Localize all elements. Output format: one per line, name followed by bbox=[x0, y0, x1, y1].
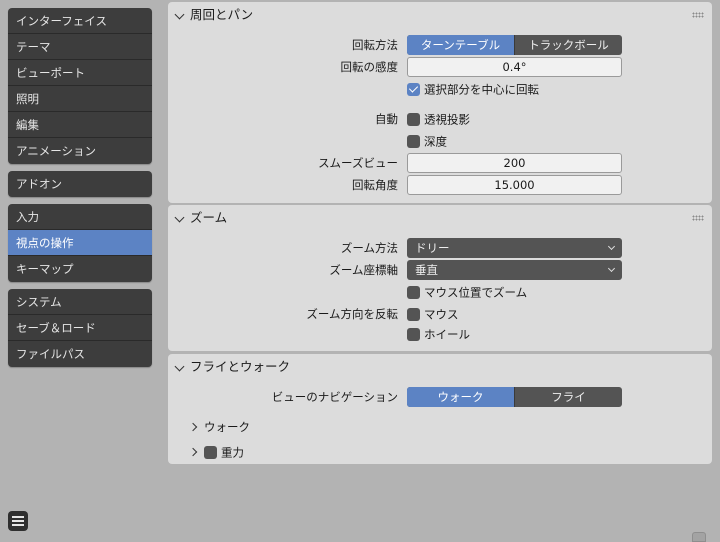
checkbox-checked-icon bbox=[407, 83, 420, 96]
sidebar-item-save-load[interactable]: セーブ＆ロード bbox=[8, 315, 152, 341]
view-navigation-label: ビューのナビゲーション bbox=[271, 390, 398, 404]
checkbox-label: マウス位置でズーム bbox=[424, 285, 528, 300]
sidebar-item-viewport[interactable]: ビューポート bbox=[8, 60, 152, 86]
menu-line bbox=[12, 520, 24, 522]
invert-zoom-mouse-checkbox[interactable]: マウス bbox=[407, 306, 459, 322]
checkbox-label: マウス bbox=[424, 307, 459, 322]
gravity-checkbox[interactable] bbox=[204, 446, 217, 459]
sidebar-item-system[interactable]: システム bbox=[8, 289, 152, 315]
sidebar-item-input[interactable]: 入力 bbox=[8, 204, 152, 230]
drag-grip-icon[interactable] bbox=[692, 215, 704, 221]
sidebar-item-keymap[interactable]: キーマップ bbox=[8, 256, 152, 282]
sidebar-item-lights[interactable]: 照明 bbox=[8, 86, 152, 112]
sidebar-item-animation[interactable]: アニメーション bbox=[8, 138, 152, 164]
checkbox-icon bbox=[407, 135, 420, 148]
panel-title: 周回とパン bbox=[190, 7, 254, 22]
checkbox-icon bbox=[407, 113, 420, 126]
rotation-angle-field[interactable]: 15.000 bbox=[407, 175, 622, 195]
sidebar-item-themes[interactable]: テーマ bbox=[8, 34, 152, 60]
panel-title: ズーム bbox=[190, 210, 228, 225]
view-navigation-toggle: ウォーク フライ bbox=[407, 387, 622, 407]
sidebar-group-input: 入力 視点の操作 キーマップ bbox=[8, 204, 152, 282]
hamburger-menu-icon[interactable] bbox=[8, 511, 28, 531]
walk-subpanel-header[interactable]: ウォーク bbox=[188, 418, 250, 436]
chevron-down-icon bbox=[607, 264, 616, 273]
sidebar-item-interface[interactable]: インターフェイス bbox=[8, 8, 152, 34]
rotation-angle-label: 回転角度 bbox=[352, 178, 398, 192]
orbit-sensitivity-label: 回転の感度 bbox=[340, 60, 399, 74]
subpanel-title: 重力 bbox=[221, 445, 244, 460]
invert-zoom-label: ズーム方向を反転 bbox=[306, 307, 398, 321]
auto-label: 自動 bbox=[375, 112, 398, 126]
orbit-pan-panel-header[interactable]: 周回とパン bbox=[168, 2, 712, 28]
orbit-pan-panel: 周回とパン 回転方法 ターンテーブル トラックボール 回転の感度 0.4° 選択… bbox=[168, 2, 712, 203]
smooth-view-label: スムーズビュー bbox=[318, 156, 398, 170]
sidebar-item-addons[interactable]: アドオン bbox=[8, 171, 152, 197]
sidebar-item-file-paths[interactable]: ファイルパス bbox=[8, 341, 152, 367]
chevron-right-icon bbox=[188, 447, 198, 456]
zoom-panel-header[interactable]: ズーム bbox=[168, 205, 712, 231]
checkbox-icon bbox=[407, 308, 420, 321]
rotation-method-trackball-option[interactable]: トラックボール bbox=[514, 35, 622, 55]
zoom-method-label: ズーム方法 bbox=[340, 241, 398, 255]
menu-line bbox=[12, 524, 24, 526]
sidebar-group-general: インターフェイス テーマ ビューポート 照明 編集 アニメーション bbox=[8, 8, 152, 164]
chevron-down-icon bbox=[607, 242, 616, 251]
rotation-method-toggle: ターンテーブル トラックボール bbox=[407, 35, 622, 55]
checkbox-icon bbox=[407, 286, 420, 299]
checkbox-label: 透視投影 bbox=[424, 112, 470, 127]
chevron-down-icon bbox=[174, 9, 185, 20]
auto-perspective-checkbox[interactable]: 透視投影 bbox=[407, 111, 470, 127]
view-navigation-walk-option[interactable]: ウォーク bbox=[407, 387, 514, 407]
auto-depth-checkbox[interactable]: 深度 bbox=[407, 133, 447, 149]
sidebar-group-addons: アドオン bbox=[8, 171, 152, 197]
zoom-method-dropdown[interactable]: ドリー bbox=[407, 238, 622, 258]
zoom-to-mouse-checkbox[interactable]: マウス位置でズーム bbox=[407, 284, 527, 300]
zoom-axis-dropdown[interactable]: 垂直 bbox=[407, 260, 622, 280]
dropdown-value: 垂直 bbox=[415, 263, 438, 277]
invert-zoom-wheel-checkbox[interactable]: ホイール bbox=[407, 326, 470, 342]
sidebar-item-navigation[interactable]: 視点の操作 bbox=[8, 230, 152, 256]
panel-title: フライとウォーク bbox=[190, 359, 291, 374]
menu-line bbox=[12, 516, 24, 518]
area-corner-handle[interactable] bbox=[692, 532, 706, 542]
zoom-panel: ズーム ズーム方法 ドリー ズーム座標軸 垂直 マウス位置でズーム ズーム方向を… bbox=[168, 205, 712, 351]
sidebar-item-editing[interactable]: 編集 bbox=[8, 112, 152, 138]
smooth-view-field[interactable]: 200 bbox=[407, 153, 622, 173]
view-navigation-fly-option[interactable]: フライ bbox=[514, 387, 622, 407]
fly-walk-panel-header[interactable]: フライとウォーク bbox=[168, 354, 712, 380]
gravity-subpanel-header[interactable]: 重力 bbox=[188, 443, 244, 461]
chevron-down-icon bbox=[174, 361, 185, 372]
orbit-around-selection-checkbox[interactable]: 選択部分を中心に回転 bbox=[407, 81, 539, 97]
drag-grip-icon[interactable] bbox=[692, 12, 704, 18]
orbit-sensitivity-field[interactable]: 0.4° bbox=[407, 57, 622, 77]
chevron-right-icon bbox=[188, 422, 198, 431]
sidebar-group-system: システム セーブ＆ロード ファイルパス bbox=[8, 289, 152, 367]
fly-walk-panel: フライとウォーク ビューのナビゲーション ウォーク フライ ウォーク 重力 bbox=[168, 354, 712, 464]
subpanel-title: ウォーク bbox=[204, 420, 250, 434]
checkbox-icon bbox=[407, 328, 420, 341]
checkbox-label: 深度 bbox=[424, 134, 447, 149]
rotation-method-turntable-option[interactable]: ターンテーブル bbox=[407, 35, 514, 55]
chevron-down-icon bbox=[174, 212, 185, 223]
zoom-axis-label: ズーム座標軸 bbox=[329, 263, 398, 277]
checkbox-label: 選択部分を中心に回転 bbox=[424, 82, 539, 97]
checkbox-label: ホイール bbox=[424, 327, 470, 342]
rotation-method-label: 回転方法 bbox=[352, 38, 398, 52]
dropdown-value: ドリー bbox=[415, 241, 450, 255]
